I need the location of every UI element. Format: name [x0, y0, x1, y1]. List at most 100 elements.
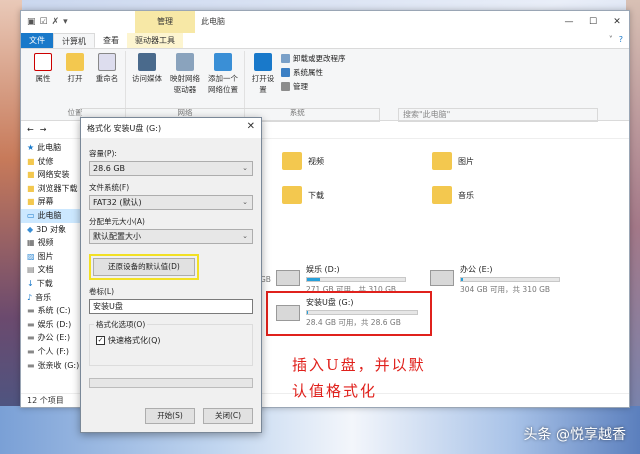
uninstall-program-button[interactable]: 卸载或更改程序 — [281, 53, 346, 64]
checkmark-icon: ✓ — [96, 336, 105, 345]
minimize-button[interactable]: — — [557, 11, 581, 33]
nav-item[interactable]: ◆ 3D 对象 — [21, 223, 85, 237]
nav-item[interactable]: ★ 此电脑 — [21, 141, 85, 155]
tab-drive-tools[interactable]: 驱动器工具 — [127, 33, 183, 48]
volume-label: 卷标(L) — [89, 287, 115, 296]
media-icon — [138, 53, 156, 71]
nav-item[interactable]: ▦ 视频 — [21, 236, 85, 250]
chevron-down-icon: ⌄ — [242, 232, 248, 240]
navigation-pane: ★ 此电脑 ■ 仗修 ■ 网络安装 ■ 浏览器下载 ■ 屏幕 ▭ 此电脑 ◆ 3D 对象 ▦ 视… — [21, 141, 85, 401]
nav-item[interactable]: ■ 屏幕 — [21, 195, 85, 209]
maximize-button[interactable]: ☐ — [581, 11, 605, 33]
system-properties-button[interactable]: 系统属性 — [281, 67, 346, 78]
properties-button[interactable]: 属性 — [29, 51, 57, 103]
highlight-red-box — [266, 291, 432, 336]
dialog-title-bar: 格式化 安装U盘 (G:) ✕ — [81, 118, 261, 138]
rename-button[interactable]: 重命名 — [93, 51, 121, 103]
hard-drive-icon — [276, 270, 300, 286]
title-bar: ▣ ☑ ✗ ▾ 管理 此电脑 — ☐ ✕ — [21, 11, 629, 33]
drive-usage-bar — [460, 277, 560, 282]
quick-format-checkbox[interactable]: ✓ 快速格式化(Q) — [96, 335, 246, 346]
back-icon[interactable]: ← — [27, 125, 34, 134]
undo-icon[interactable]: ✗ — [52, 17, 60, 27]
nav-item[interactable]: ■ 浏览器下载 — [21, 182, 85, 196]
quick-access-toolbar: ▣ ☑ ✗ ▾ — [21, 17, 68, 27]
search-input[interactable]: 搜索"此电脑" — [398, 108, 598, 122]
nav-item[interactable]: ▤ 文档 — [21, 263, 85, 277]
nav-item[interactable]: ▨ 图片 — [21, 250, 85, 264]
nav-item[interactable]: ■ 网络安装 — [21, 168, 85, 182]
tab-file[interactable]: 文件 — [21, 33, 53, 48]
folder-music[interactable]: 音乐 — [432, 186, 474, 204]
access-media-button[interactable]: 访问媒体 — [130, 51, 164, 103]
dialog-title: 格式化 安装U盘 (G:) — [87, 123, 162, 133]
nav-item[interactable]: ▬ 系统 (C:) — [21, 304, 85, 318]
filesystem-select[interactable]: FAT32 (默认) ⌄ — [89, 195, 253, 210]
tab-computer[interactable]: 计算机 — [53, 33, 95, 48]
format-options-label: 格式化选项(O) — [94, 319, 148, 330]
annotation-text: 插入U盘，并以默 认值格式化 — [292, 356, 426, 400]
capacity-select[interactable]: 28.6 GB ⌄ — [89, 161, 253, 176]
allocation-label: 分配单元大小(A) — [89, 217, 145, 226]
map-network-drive-button[interactable]: 映射网络驱动器 — [168, 51, 202, 103]
folder-icon: ▣ — [27, 17, 36, 27]
chevron-down-icon[interactable]: ˅ — [609, 35, 613, 44]
download-folder-icon — [282, 186, 302, 204]
ribbon-tabs: 文件 计算机 查看 驱动器工具 ˅ ? — [21, 33, 629, 49]
format-progress-bar — [89, 378, 253, 388]
highlight-yellow-box: 还原设备的默认值(D) — [89, 254, 199, 280]
picture-folder-icon — [432, 152, 452, 170]
chevron-down-icon[interactable]: ▾ — [63, 17, 68, 27]
manage-button[interactable]: 管理 — [281, 81, 346, 92]
item-count: 12 个项目 — [27, 396, 64, 405]
capacity-label: 容量(P): — [89, 149, 117, 158]
gear-icon — [254, 53, 272, 71]
add-network-location-button[interactable]: 添加一个网络位置 — [206, 51, 240, 103]
system-icon — [281, 68, 290, 77]
help-icon[interactable]: ? — [619, 35, 623, 44]
properties-icon — [34, 53, 52, 71]
nav-item-this-pc[interactable]: ▭ 此电脑 — [21, 208, 85, 223]
close-button[interactable]: ✕ — [605, 11, 629, 33]
manage-icon — [281, 82, 290, 91]
hard-drive-icon — [430, 270, 454, 286]
format-options-group: 格式化选项(O) ✓ 快速格式化(Q) — [89, 319, 253, 366]
filesystem-label: 文件系统(F) — [89, 183, 130, 192]
nav-item[interactable]: ■ 仗修 — [21, 155, 85, 169]
open-button[interactable]: 打开 — [61, 51, 89, 103]
tab-view[interactable]: 查看 — [95, 33, 127, 48]
network-location-icon — [214, 53, 232, 71]
format-dialog: 格式化 安装U盘 (G:) ✕ 容量(P): 28.6 GB ⌄ 文件系统(F) … — [80, 117, 262, 433]
nav-item[interactable]: ↓ 下载 — [21, 277, 85, 291]
wallpaper-left — [0, 0, 22, 454]
chevron-down-icon: ⌄ — [242, 164, 248, 172]
restore-defaults-button[interactable]: 还原设备的默认值(D) — [93, 258, 195, 276]
manage-tool-tab[interactable]: 管理 — [135, 11, 195, 33]
nav-item[interactable]: ▬ 张亲收 (G:) — [21, 359, 85, 373]
start-button[interactable]: 开始(S) — [145, 408, 195, 424]
open-settings-button[interactable]: 打开设置 — [249, 51, 277, 103]
close-icon[interactable]: ✕ — [247, 121, 255, 132]
rename-icon — [98, 53, 116, 71]
nav-item[interactable]: ▬ 个人 (F:) — [21, 345, 85, 359]
volume-label-input[interactable]: 安装U盘 — [89, 299, 253, 314]
drive-e[interactable]: 办公 (E:) 304 GB 可用，共 310 GB — [430, 264, 560, 295]
video-folder-icon — [282, 152, 302, 170]
open-folder-icon — [66, 53, 84, 71]
nav-item[interactable]: ▬ 办公 (E:) — [21, 331, 85, 345]
chevron-down-icon: ⌄ — [242, 198, 248, 206]
checkmark-icon[interactable]: ☑ — [40, 17, 48, 27]
music-folder-icon — [432, 186, 452, 204]
nav-item[interactable]: ▬ 娱乐 (D:) — [21, 318, 85, 332]
allocation-select[interactable]: 默认配置大小 ⌄ — [89, 229, 253, 244]
window-title: 此电脑 — [201, 17, 225, 26]
folder-downloads[interactable]: 下载 — [282, 186, 324, 204]
forward-icon[interactable]: → — [40, 125, 47, 134]
folder-pictures[interactable]: 图片 — [432, 152, 474, 170]
folder-videos[interactable]: 视频 — [282, 152, 324, 170]
watermark: 头条 @悦享越香 — [523, 427, 626, 443]
nav-item[interactable]: ♪ 音乐 — [21, 291, 85, 305]
network-drive-icon — [176, 53, 194, 71]
programs-icon — [281, 54, 290, 63]
close-button[interactable]: 关闭(C) — [203, 408, 253, 424]
